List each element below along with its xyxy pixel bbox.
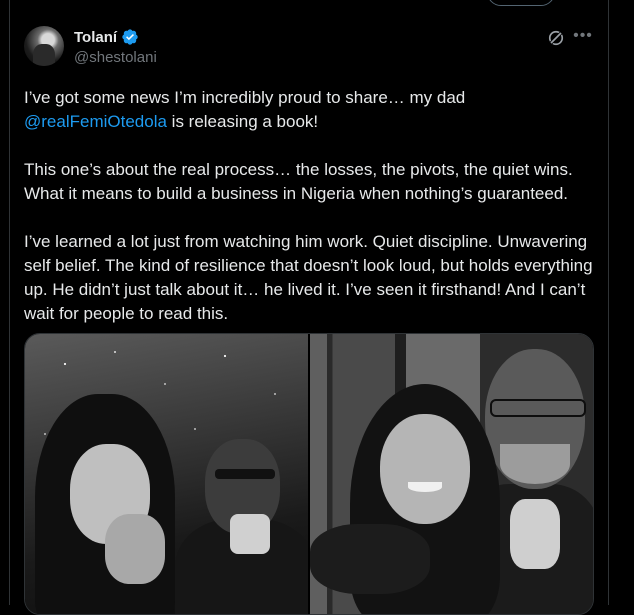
post-paragraph-1: I’ve got some news I’m incredibly proud … [24,86,604,134]
photo-2-man-shirt [510,499,560,569]
post-paragraph-2: This one’s about the real process… the l… [24,160,573,203]
photo-2-man-arm [310,524,430,594]
photo-2[interactable] [310,334,593,614]
media-grid [24,333,594,615]
display-name[interactable]: Tolaní [74,29,117,46]
photo-1-man-glasses [215,469,275,479]
author-name-row: Tolaní [74,28,139,46]
more-options-icon[interactable]: ••• [572,28,594,47]
paragraph-1-text: I’ve got some news I’m incredibly proud … [24,88,466,107]
author-handle[interactable]: @shestolani [74,49,157,66]
avatar[interactable] [24,26,64,66]
photo-2-woman-face [380,414,470,524]
post-paragraph-3: I’ve learned a lot just from watching hi… [24,232,593,323]
post-text: I’ve got some news I’m incredibly proud … [24,86,604,326]
photo-1-woman-hand [105,514,165,584]
photo-1[interactable] [25,334,308,614]
paragraph-1-tail: is releasing a book! [166,112,319,131]
timeline-border-right [608,0,609,605]
mention-link[interactable]: @realFemiOtedola [24,112,167,131]
verified-badge-icon [122,29,138,45]
photo-2-man-beard [500,444,570,484]
follow-button-partial[interactable] [487,0,555,6]
post-header: Tolaní @shestolani ••• [24,26,596,70]
photo-2-woman-smile [408,482,442,492]
photo-2-man-glasses [490,399,586,417]
timeline-border-left [9,0,10,605]
photo-1-man-collar [230,514,270,554]
grok-icon[interactable] [546,28,566,48]
